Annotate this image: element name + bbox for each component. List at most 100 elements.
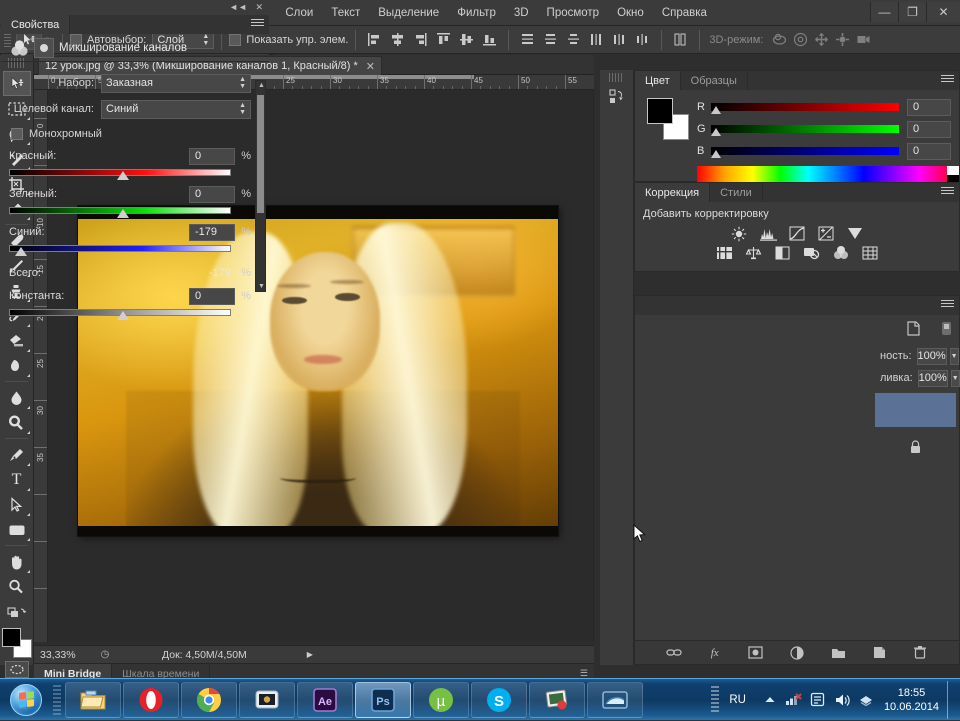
channel-mixer-icon[interactable] [831, 244, 850, 261]
align-vertical-centers-icon[interactable] [457, 30, 476, 49]
link-layers-icon[interactable] [665, 644, 682, 661]
taskbar-opera[interactable] [123, 682, 179, 718]
zoom-level[interactable]: 33,33% [34, 649, 96, 661]
taskbar-media-player[interactable] [239, 682, 295, 718]
slider-value-r[interactable]: 0 [907, 99, 951, 116]
tab-swatches[interactable]: Образцы [681, 71, 748, 90]
network-icon[interactable] [783, 689, 805, 711]
distribute-left-edges-icon[interactable] [587, 30, 606, 49]
eraser-tool[interactable] [3, 328, 31, 353]
layer-mask-thumbnail[interactable] [34, 38, 54, 58]
red-value[interactable]: 0 [189, 148, 235, 165]
start-button[interactable] [2, 681, 50, 719]
taskbar-file-explorer[interactable] [65, 682, 121, 718]
menu-select[interactable]: Выделение [369, 0, 448, 26]
new-layer-icon[interactable] [871, 644, 888, 661]
distribute-top-edges-icon[interactable] [518, 30, 537, 49]
green-slider-track[interactable] [9, 205, 251, 218]
layer-filter-toggle-icon[interactable] [942, 320, 951, 340]
taskbar-clock[interactable]: 18:55 10.06.2014 [884, 686, 939, 714]
tab-styles[interactable]: Стили [710, 183, 763, 202]
layer-item-background[interactable] [875, 431, 956, 465]
black-white-icon[interactable] [773, 244, 792, 261]
tab-color[interactable]: Цвет [635, 71, 681, 90]
hand-tool[interactable] [3, 549, 31, 574]
taskbar-after-effects[interactable]: Ae [297, 682, 353, 718]
exposure-icon[interactable] [817, 225, 836, 242]
distribute-bottom-edges-icon[interactable] [564, 30, 583, 49]
dock-rail-grip[interactable] [609, 73, 624, 82]
taskbar-skype[interactable]: S [471, 682, 527, 718]
properties-scrollbar[interactable]: ▲ ▼ [255, 80, 266, 292]
tab-adjustments[interactable]: Коррекция [635, 183, 710, 202]
document-info-icon[interactable]: ◷ [96, 649, 114, 660]
fill-value[interactable]: 100% [918, 370, 948, 387]
green-value[interactable]: 0 [189, 186, 235, 203]
properties-panel-menu-icon[interactable] [251, 19, 264, 30]
slider-value-g[interactable]: 0 [907, 121, 951, 138]
color-swatches[interactable] [2, 628, 32, 658]
distribute-horizontal-centers-icon[interactable] [610, 30, 629, 49]
color-lookup-icon[interactable] [860, 244, 879, 261]
color-spectrum-bar[interactable] [697, 166, 959, 183]
slider-track-g[interactable] [711, 124, 899, 135]
color-panel-menu-icon[interactable] [941, 75, 954, 86]
add-mask-icon[interactable] [747, 644, 764, 661]
blue-slider-track[interactable] [9, 243, 251, 256]
menu-help[interactable]: Справка [653, 0, 716, 26]
action-center-icon[interactable] [807, 689, 829, 711]
menu-3d[interactable]: 3D [505, 0, 538, 26]
collapse-icon[interactable]: ◄◄ [229, 2, 247, 12]
taskbar-photoshop[interactable]: Ps [355, 682, 411, 718]
scroll-up-arrow-icon[interactable]: ▲ [258, 82, 265, 89]
foreground-color-swatch[interactable] [2, 628, 21, 647]
status-menu-arrow-icon[interactable]: ▶ [307, 650, 313, 659]
pen-tool[interactable] [3, 442, 31, 467]
menu-view[interactable]: Просмотр [538, 0, 609, 26]
align-top-edges-icon[interactable] [434, 30, 453, 49]
delete-layer-icon[interactable] [912, 644, 929, 661]
tab-properties[interactable]: Свойства [1, 15, 70, 34]
language-indicator[interactable]: RU [729, 694, 746, 706]
opacity-chevron-down-icon[interactable]: ▼ [950, 348, 959, 365]
distribute-vertical-centers-icon[interactable] [541, 30, 560, 49]
rectangle-shape-tool[interactable] [3, 517, 31, 542]
path-selection-tool[interactable] [3, 492, 31, 517]
menu-window[interactable]: Окно [608, 0, 653, 26]
menu-text[interactable]: Текст [322, 0, 369, 26]
new-group-icon[interactable] [830, 644, 847, 661]
properties-titlebar[interactable]: ◄◄ ✕ [1, 1, 269, 15]
layers-panel-menu-icon[interactable] [941, 300, 954, 311]
scrollbar-thumb[interactable] [257, 95, 264, 213]
photo-filter-icon[interactable] [802, 244, 821, 261]
mini-bridge-rail-icon[interactable] [604, 85, 630, 109]
volume-icon[interactable] [831, 689, 853, 711]
red-slider-track[interactable] [9, 167, 251, 180]
taskbar-utorrent[interactable]: µ [413, 682, 469, 718]
show-hidden-icons-arrow-icon[interactable] [759, 689, 781, 711]
align-horizontal-centers-icon[interactable] [388, 30, 407, 49]
foreground-color-swatch-small[interactable] [647, 98, 673, 124]
color-balance-icon[interactable] [744, 244, 763, 261]
hue-saturation-icon[interactable] [715, 244, 734, 261]
levels-icon[interactable] [759, 225, 778, 242]
align-left-edges-icon[interactable] [365, 30, 384, 49]
close-icon[interactable]: ✕ [366, 60, 375, 73]
close-button[interactable]: ✕ [926, 2, 960, 22]
dropbox-icon[interactable] [855, 689, 877, 711]
gradient-tool[interactable] [3, 353, 31, 378]
menu-filter[interactable]: Фильтр [448, 0, 505, 26]
color-panel-swatches[interactable] [647, 98, 689, 138]
minimize-button[interactable]: — [870, 2, 898, 22]
show-desktop-button[interactable] [947, 681, 956, 719]
curves-icon[interactable] [788, 225, 807, 242]
output-channel-dropdown[interactable]: Синий ▲▼ [101, 100, 251, 119]
blur-tool[interactable] [3, 385, 31, 410]
scroll-down-arrow-icon[interactable]: ▼ [258, 283, 265, 290]
opacity-value[interactable]: 100% [917, 348, 947, 365]
quick-mask-button[interactable] [5, 661, 29, 678]
type-tool[interactable]: T [3, 467, 31, 492]
tray-grip[interactable] [711, 686, 719, 714]
constant-value[interactable]: 0 [189, 288, 235, 305]
distribute-right-edges-icon[interactable] [633, 30, 652, 49]
